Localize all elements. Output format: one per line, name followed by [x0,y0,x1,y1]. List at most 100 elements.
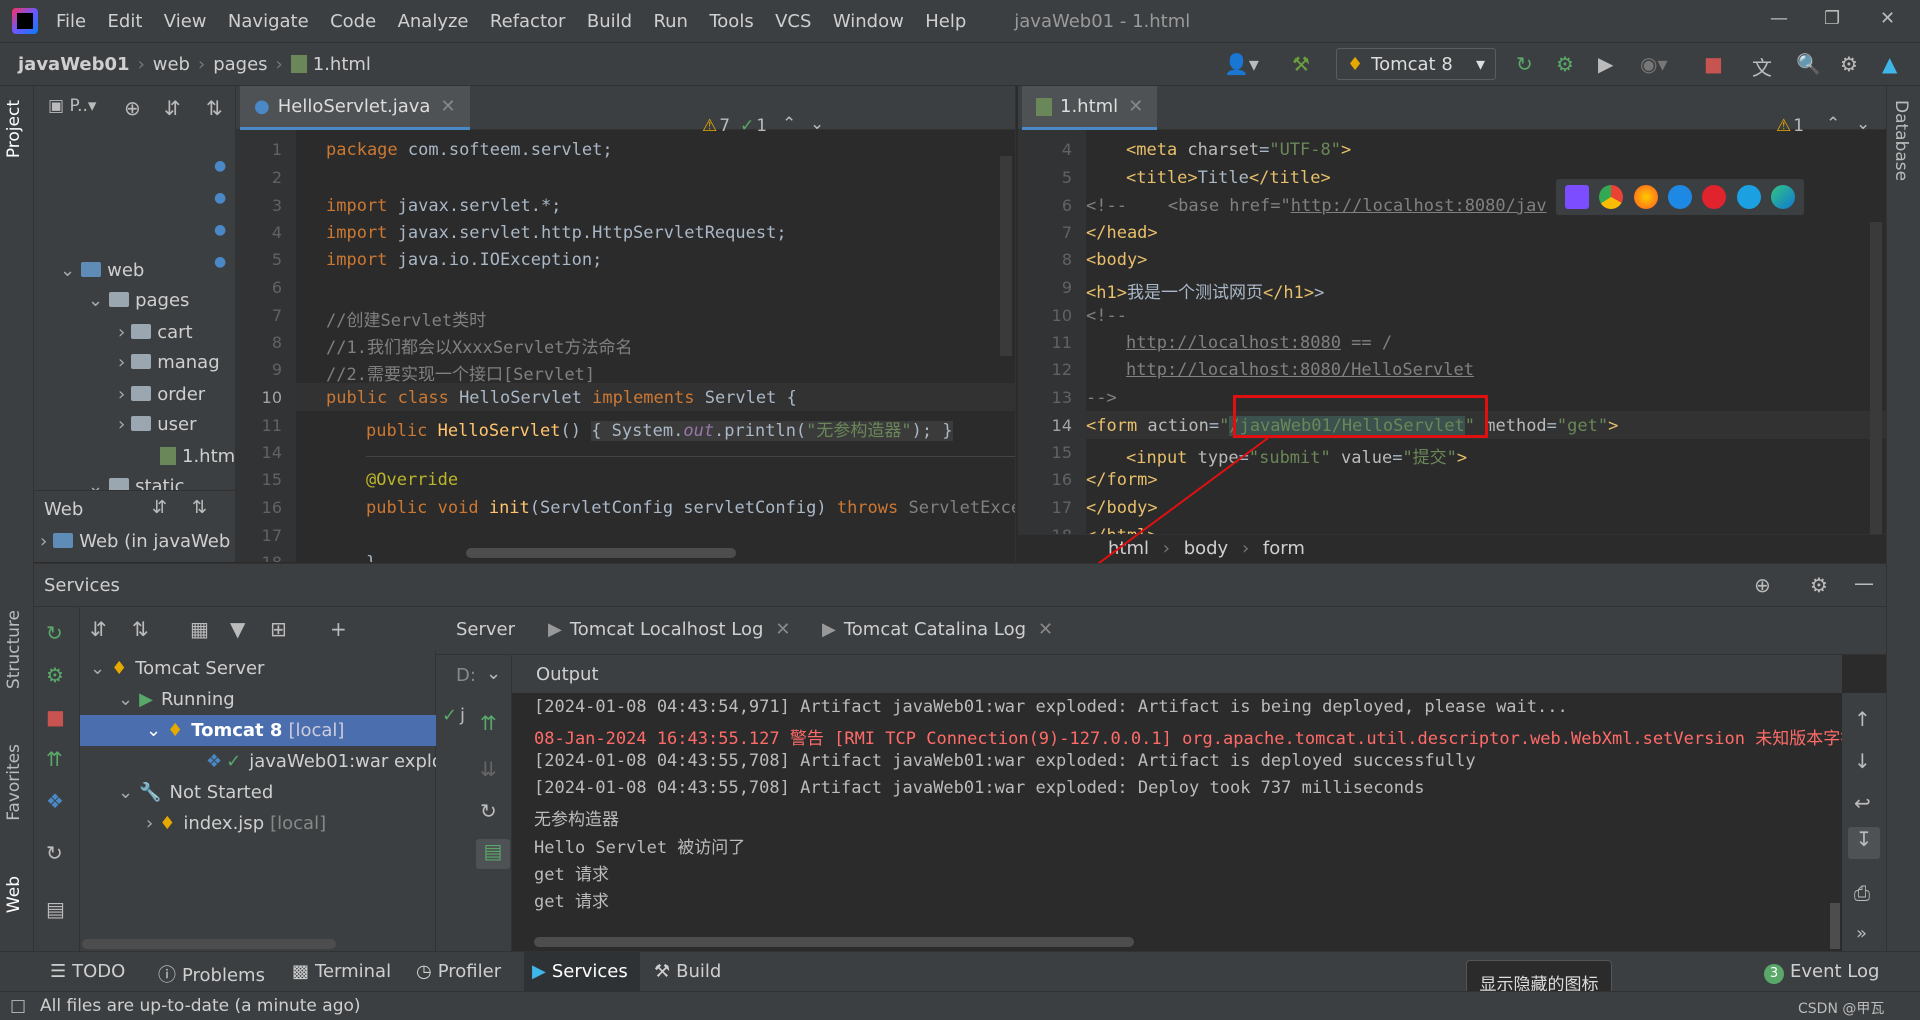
tree-item-suffix: [local] [288,720,345,741]
hide-panel-icon[interactable]: — [1854,571,1874,595]
chevron-down-icon: ⌄ [90,658,106,679]
layout-icon[interactable]: ▤ [46,897,65,921]
artifacts-icon[interactable]: ❖ [46,789,64,813]
console-line: [2024-01-08 04:43:54,971] Artifact javaW… [534,697,1568,717]
arrow-up-icon[interactable]: ↑ [1854,707,1871,731]
chevron-down-icon[interactable]: ⌄ [486,663,501,684]
service-detail-tabs: Server ▶ Tomcat Localhost Log ✕ ▶ Tomcat Ca… [436,607,1886,655]
console-line: Hello Servlet 被访问了 [534,838,746,858]
expand-all-icon[interactable]: ⇵ [90,617,107,641]
build-hammer-icon: ⚒ [654,961,671,982]
deploy-item[interactable]: j [460,705,465,726]
status-layout-icon[interactable]: □ [10,996,26,1016]
watermark: CSDN @甲瓦 [1798,1001,1885,1017]
tab-tomcat-localhost-log[interactable]: ▶ Tomcat Localhost Log ✕ [548,619,791,640]
status-bar: □ All files are up-to-date (a minute ago… [0,991,1920,1020]
rerun-icon[interactable]: ↻ [46,621,63,645]
tab-profiler[interactable]: ◷ Profiler [416,961,501,982]
tree-item-tomcat-server[interactable]: ⌄ ♦ Tomcat Server [80,653,480,684]
tomcat-icon: ♦ [167,720,184,741]
chevron-down-icon: ⌄ [146,720,162,741]
arrow-down-icon[interactable]: ↓ [1854,749,1871,773]
services-actions: ↻ ⚙ ■ ⇈ ❖ ↻ ▤ [34,607,80,951]
chevron-down-icon: ⌄ [118,689,134,710]
output-label: Output [536,664,599,685]
tree-item-label: index.jsp [183,813,265,834]
tab-terminal[interactable]: ▩ Terminal [292,961,391,982]
horizontal-scrollbar[interactable] [534,937,1134,947]
terminal-icon: ▩ [292,961,310,982]
tree-item-tomcat8[interactable]: ⌄ ♦ Tomcat 8 [local] [80,715,436,746]
locate-icon[interactable]: ⊕ [1754,573,1771,597]
status-message: All files are up-to-date (a minute ago) [40,996,361,1016]
filter-icon[interactable]: ▼ [230,617,245,641]
tab-todo[interactable]: ☰ TODO [50,961,125,982]
tab-services[interactable]: ▶ Services [524,952,640,992]
tree-item-label: Tomcat Server [135,658,265,679]
tomcat-icon: ♦ [111,658,128,679]
problems-icon: ⓘ [158,965,176,986]
tab-label: Event Log [1790,961,1880,982]
log-icon: ▶ [548,619,562,640]
tree-item-label: javaWeb01:war explo [249,751,443,772]
new-tab-icon[interactable]: ⊞ [270,617,287,641]
update-icon[interactable]: ▤ [476,839,510,869]
services-header: Services ⊕ ⚙ — [34,563,1886,607]
horizontal-scrollbar[interactable] [82,939,336,949]
console-line-error: 08-Jan-2024 16:43:55.127 警告 [RMI TCP Con… [534,729,1842,749]
console-line: [2024-01-08 04:43:55,708] Artifact javaW… [534,778,1425,798]
group-by-icon[interactable]: ▦ [190,617,209,641]
debug-icon[interactable]: ⚙ [46,663,64,687]
tree-item-not-started[interactable]: ⌄ 🔧 Not Started [80,777,480,808]
tab-label: Problems [182,965,265,986]
tab-event-log[interactable]: 3 Event Log [1764,961,1879,984]
refresh-icon[interactable]: ↻ [480,799,497,823]
tab-build[interactable]: ⚒ Build [654,961,721,982]
tab-problems[interactable]: ⓘ Problems [158,961,265,987]
tree-item-running[interactable]: ⌄ ▶ Running [80,684,480,715]
tab-server[interactable]: Server [456,619,515,640]
wrench-icon: 🔧 [139,782,162,803]
console-line: 无参构造器 [534,810,619,830]
settings-gear-icon[interactable]: ⚙ [1810,573,1828,597]
tree-item-artifact[interactable]: ❖ ✓ javaWeb01:war explo [80,746,480,777]
check-icon: ✓ [442,705,458,726]
output-header: Output [512,655,1842,693]
tab-label: Services [551,961,628,982]
event-count-badge: 3 [1764,964,1784,984]
close-tab-icon[interactable]: ✕ [775,619,790,640]
deployment-pane: D: ⌄ ✓ j ⇈ ⇊ ↻ ▤ [436,655,512,951]
list-icon: ☰ [50,961,67,982]
collapse-all-icon[interactable]: ⇅ [132,617,149,641]
stop-icon[interactable]: ■ [46,705,65,729]
tab-label: Terminal [315,961,392,982]
deploy-icon[interactable]: ⇈ [480,711,497,735]
chevron-down-icon: ⌄ [118,782,134,803]
add-service-icon[interactable]: + [330,617,347,641]
tab-label: TODO [72,961,126,982]
soft-wrap-icon[interactable]: ↩ [1854,791,1871,815]
run-icon: ▶ [139,689,153,710]
tab-tomcat-catalina-log[interactable]: ▶ Tomcat Catalina Log ✕ [822,619,1053,640]
services-tree: ⌄ ♦ Tomcat Server ⌄ ▶ Running ⌄ ♦ Tomcat 8 [loc… [80,651,443,951]
tree-item-index-jsp[interactable]: › ♦ index.jsp [local] [80,808,480,839]
chevron-right-icon: › [146,813,154,834]
profiler-icon: ◷ [416,961,432,982]
vertical-scrollbar[interactable] [1830,903,1840,949]
tomcat-icon: ♦ [159,813,176,834]
artifact-icon: ❖ [206,751,223,772]
deploy-icon[interactable]: ⇈ [46,747,63,771]
undeploy-icon[interactable]: ⇊ [480,757,497,781]
refresh-icon[interactable]: ↻ [46,841,63,865]
deploy-label: D: [456,665,476,686]
console-output[interactable]: [2024-01-08 04:43:54,971] Artifact javaW… [512,693,1842,951]
print-icon[interactable]: ⎙ [1854,881,1870,905]
bottom-tool-tabs: ☰ TODO ⓘ Problems ▩ Terminal ◷ Profiler ▶ Ser… [0,951,1920,992]
scroll-to-end-icon[interactable]: ↧ [1848,827,1880,859]
log-icon: ▶ [822,619,836,640]
tab-label: Build [676,961,722,982]
tree-item-label: Not Started [169,782,274,803]
tab-label: Tomcat Localhost Log [569,619,764,640]
close-tab-icon[interactable]: ✕ [1038,619,1053,640]
more-icon[interactable]: » [1856,923,1867,944]
